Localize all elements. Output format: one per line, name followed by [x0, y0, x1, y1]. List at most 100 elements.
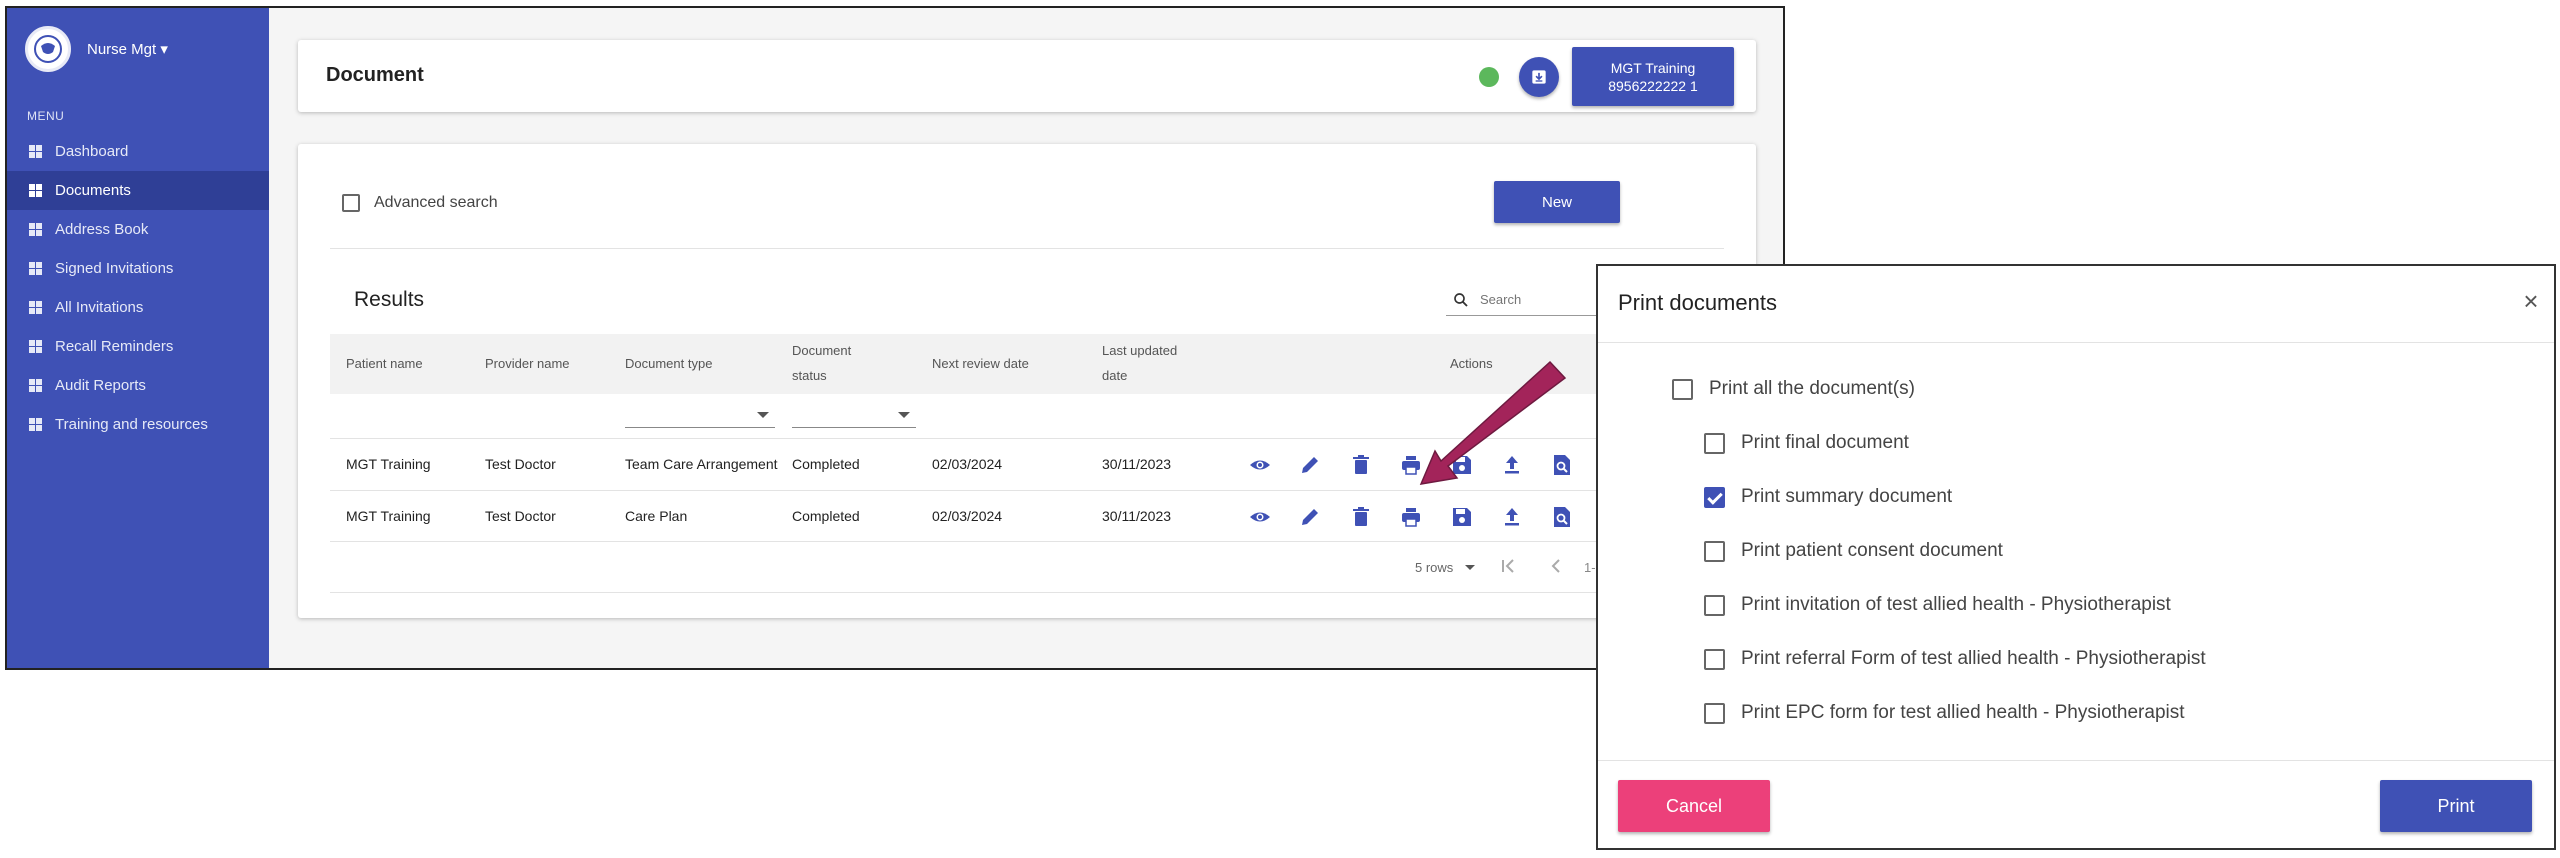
- dialog-title: Print documents: [1618, 290, 1777, 315]
- checkbox[interactable]: [1704, 594, 1725, 616]
- sidebar-item-all-invitations[interactable]: All Invitations: [7, 288, 269, 327]
- view-button[interactable]: [1248, 505, 1272, 529]
- option-label: Print summary document: [1741, 486, 1953, 507]
- sidebar-item-label: Training and resources: [55, 416, 208, 433]
- cell-document-type: Care Plan: [625, 508, 688, 524]
- dashboard-icon: [29, 145, 42, 158]
- dialog-divider: [1598, 342, 2554, 343]
- results-title: Results: [354, 288, 425, 311]
- save-button[interactable]: [1450, 505, 1474, 529]
- checkbox[interactable]: [1672, 378, 1693, 400]
- column-header-next-review-date[interactable]: Next review date: [932, 351, 1029, 376]
- column-header-patient-name[interactable]: Patient name: [346, 351, 423, 376]
- option-print-consent[interactable]: Print patient consent document: [1704, 540, 2003, 562]
- column-header-provider-name[interactable]: Provider name: [485, 351, 570, 376]
- dashboard-icon: [29, 340, 42, 353]
- option-print-invitation[interactable]: Print invitation of test allied health -…: [1704, 594, 2171, 616]
- cell-status: Completed: [792, 508, 860, 524]
- sidebar-item-address-book[interactable]: Address Book: [7, 210, 269, 249]
- option-label: Print all the document(s): [1709, 378, 1915, 399]
- patient-selector-button[interactable]: MGT Training 8956222222 1: [1572, 47, 1734, 106]
- checkbox[interactable]: [1704, 540, 1725, 562]
- document-type-filter[interactable]: [625, 402, 775, 428]
- option-label: Print EPC form for test allied health - …: [1741, 702, 2185, 723]
- delete-button[interactable]: [1349, 453, 1373, 477]
- logo: [25, 26, 71, 72]
- brand-name[interactable]: Nurse Mgt ▾: [87, 40, 168, 58]
- option-print-final[interactable]: Print final document: [1704, 432, 1909, 454]
- page-title: Document: [326, 64, 424, 86]
- cell-provider-name: Test Doctor: [485, 456, 556, 472]
- preview-button[interactable]: [1550, 453, 1574, 477]
- print-button[interactable]: [1399, 453, 1423, 477]
- patient-name: MGT Training: [1610, 60, 1696, 76]
- new-document-button[interactable]: New: [1494, 181, 1620, 223]
- view-button[interactable]: [1248, 453, 1272, 477]
- column-header-line: Last updated: [1102, 343, 1178, 358]
- checkbox[interactable]: [1704, 432, 1725, 454]
- sidebar-item-label: Audit Reports: [55, 377, 146, 394]
- divider: [330, 248, 1724, 249]
- floppy-disk-icon: [1453, 508, 1471, 526]
- chevron-down-icon: [757, 412, 769, 418]
- sidebar-item-signed-invitations[interactable]: Signed Invitations: [7, 249, 269, 288]
- sidebar-item-recall-reminders[interactable]: Recall Reminders: [7, 327, 269, 366]
- column-header-document-type[interactable]: Document type: [625, 351, 712, 376]
- column-header-line: date: [1102, 368, 1128, 383]
- previous-page-button[interactable]: [1544, 554, 1568, 578]
- column-header-line: status: [792, 368, 827, 383]
- column-header-last-updated[interactable]: Last updated date: [1102, 338, 1177, 388]
- cell-patient-name: MGT Training: [346, 456, 431, 472]
- save-download-button[interactable]: [1519, 57, 1559, 97]
- search-icon: [1454, 292, 1468, 307]
- cell-next-review: 02/03/2024: [932, 456, 1003, 472]
- delete-button[interactable]: [1349, 505, 1373, 529]
- cell-provider-name: Test Doctor: [485, 508, 556, 524]
- option-print-referral[interactable]: Print referral Form of test allied healt…: [1704, 648, 2206, 670]
- print-submit-button[interactable]: Print: [2380, 780, 2532, 832]
- edit-button[interactable]: [1298, 453, 1322, 477]
- dashboard-icon: [29, 184, 42, 197]
- advanced-search-checkbox[interactable]: [342, 194, 360, 212]
- close-icon[interactable]: ×: [2516, 286, 2546, 316]
- option-print-summary[interactable]: Print summary document: [1704, 486, 1952, 508]
- column-header-line: Document: [792, 343, 852, 358]
- checkbox[interactable]: [1704, 702, 1725, 724]
- first-page-button[interactable]: [1496, 554, 1520, 578]
- edit-button[interactable]: [1298, 505, 1322, 529]
- logo-icon: [34, 35, 62, 63]
- download-box-icon: [1532, 70, 1546, 84]
- table-bottom-border: [330, 541, 1756, 542]
- document-search-icon: [1554, 455, 1570, 475]
- cancel-button[interactable]: Cancel: [1618, 780, 1770, 832]
- column-header-document-status[interactable]: Document status: [792, 338, 851, 388]
- advanced-search-toggle[interactable]: Advanced search: [342, 194, 498, 212]
- sidebar-item-documents[interactable]: Documents: [7, 171, 269, 210]
- upload-icon: [1505, 456, 1519, 474]
- dashboard-icon: [29, 379, 42, 392]
- dashboard-icon: [29, 262, 42, 275]
- preview-button[interactable]: [1550, 505, 1574, 529]
- print-button[interactable]: [1399, 505, 1423, 529]
- document-status-filter[interactable]: [792, 402, 916, 428]
- checkbox[interactable]: [1704, 648, 1725, 670]
- upload-button[interactable]: [1500, 453, 1524, 477]
- option-print-epc[interactable]: Print EPC form for test allied health - …: [1704, 702, 2185, 724]
- cell-last-updated: 30/11/2023: [1102, 508, 1172, 524]
- dashboard-icon: [29, 223, 42, 236]
- sidebar-item-label: Documents: [55, 182, 131, 199]
- sidebar-item-training[interactable]: Training and resources: [7, 405, 269, 444]
- sidebar-item-audit-reports[interactable]: Audit Reports: [7, 366, 269, 405]
- save-button[interactable]: [1450, 453, 1474, 477]
- rows-per-page-value: 5 rows: [1415, 560, 1454, 575]
- document-search-icon: [1554, 507, 1570, 527]
- checkbox-checked[interactable]: [1704, 486, 1725, 508]
- sidebar-item-dashboard[interactable]: Dashboard: [7, 132, 269, 171]
- upload-button[interactable]: [1500, 505, 1524, 529]
- brand[interactable]: Nurse Mgt ▾: [25, 24, 168, 74]
- cell-last-updated: 30/11/2023: [1102, 456, 1172, 472]
- option-print-all[interactable]: Print all the document(s): [1672, 378, 1915, 400]
- rows-per-page-select[interactable]: 5 rows: [1415, 560, 1476, 575]
- trash-icon: [1353, 455, 1369, 474]
- patient-id: 8956222222 1: [1608, 78, 1698, 94]
